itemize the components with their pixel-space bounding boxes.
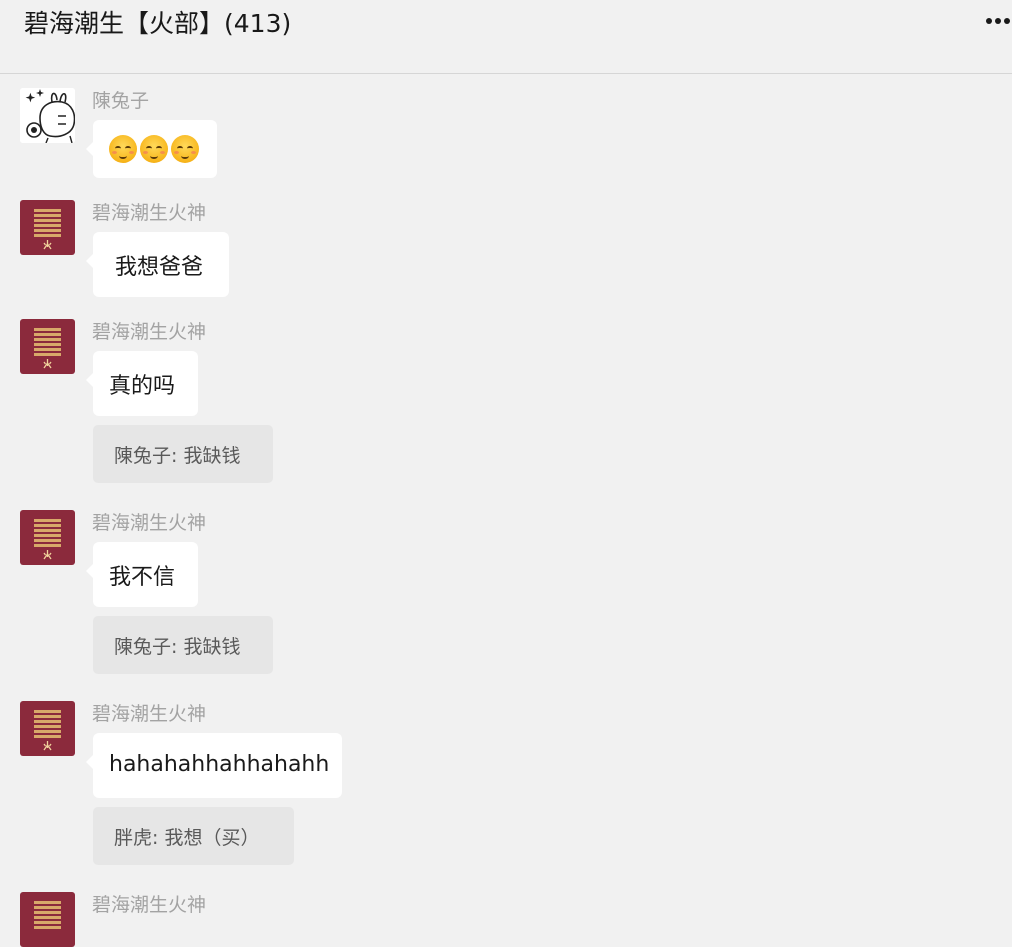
- quoted-reply[interactable]: 胖虎: 我想（买）: [93, 807, 294, 865]
- hexagram-fire-icon[interactable]: [20, 319, 75, 374]
- sender-name: 碧海潮生火神: [92, 512, 207, 534]
- text-message-bubble[interactable]: 我不信: [86, 542, 198, 607]
- bunny-sticker-icon[interactable]: [20, 88, 75, 143]
- blush-emoji-icon: [171, 135, 199, 163]
- sender-name: 陳兔子: [92, 90, 150, 112]
- message-list[interactable]: 陳兔子 碧海潮生火神 我想爸爸 碧海潮生火神 真的吗 陳兔子: 我缺钱 碧海潮生…: [0, 74, 1012, 947]
- hexagram-fire-icon[interactable]: [20, 510, 75, 565]
- more-options-icon[interactable]: [984, 18, 1012, 26]
- text-message-bubble[interactable]: 我想爸爸: [86, 232, 229, 297]
- sender-name: 碧海潮生火神: [92, 894, 207, 916]
- sender-name: 碧海潮生火神: [92, 202, 207, 224]
- chat-header: 碧海潮生【火部】(413): [0, 0, 1012, 74]
- hexagram-fire-icon[interactable]: [20, 701, 75, 756]
- emoji-message-bubble[interactable]: [86, 120, 217, 178]
- sender-name: 碧海潮生火神: [92, 703, 207, 725]
- hexagram-fire-icon[interactable]: [20, 200, 75, 255]
- text-message-bubble[interactable]: hahahahhahhahahh: [86, 733, 342, 798]
- sender-name: 碧海潮生火神: [92, 321, 207, 343]
- text-message-bubble[interactable]: 真的吗: [86, 351, 198, 416]
- chat-title: 碧海潮生【火部】(413): [24, 9, 292, 38]
- quoted-reply[interactable]: 陳兔子: 我缺钱: [93, 616, 273, 674]
- blush-emoji-icon: [109, 135, 137, 163]
- quoted-reply[interactable]: 陳兔子: 我缺钱: [93, 425, 273, 483]
- blush-emoji-icon: [140, 135, 168, 163]
